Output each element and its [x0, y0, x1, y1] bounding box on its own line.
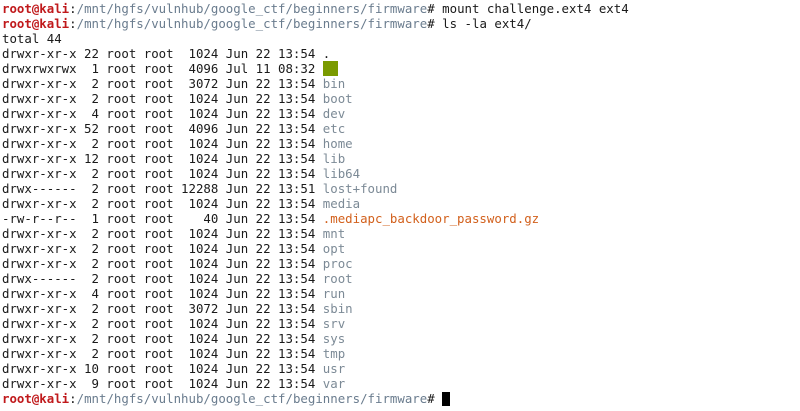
- prompt-line-2: root@kali:/mnt/hgfs/vulnhub/google_ctf/b…: [2, 16, 800, 31]
- file-meta: drwxr-xr-x 2 root root 3072 Jun 22 13:54: [2, 301, 323, 316]
- file-name[interactable]: .: [323, 46, 330, 61]
- file-name[interactable]: boot: [323, 91, 353, 106]
- prompt-path: /mnt/hgfs/vulnhub/google_ctf/beginners/f…: [76, 1, 428, 16]
- listing-row: drwx------ 2 root root 1024 Jun 22 13:54…: [2, 271, 800, 286]
- file-meta: drwxr-xr-x 2 root root 1024 Jun 22 13:54: [2, 256, 323, 271]
- listing-row: drwxr-xr-x 2 root root 1024 Jun 22 13:54…: [2, 226, 800, 241]
- file-name[interactable]: tmp: [323, 346, 345, 361]
- file-name[interactable]: lib64: [323, 166, 360, 181]
- listing-row: drwxr-xr-x 9 root root 1024 Jun 22 13:54…: [2, 376, 800, 391]
- file-meta: drwxr-xr-x 9 root root 1024 Jun 22 13:54: [2, 376, 323, 391]
- listing-row: drwxr-xr-x 2 root root 3072 Jun 22 13:54…: [2, 301, 800, 316]
- listing-row: drwxr-xr-x 2 root root 1024 Jun 22 13:54…: [2, 166, 800, 181]
- file-name[interactable]: var: [323, 376, 345, 391]
- prompt-user: root@kali: [2, 1, 70, 16]
- file-name[interactable]: sys: [323, 331, 345, 346]
- listing-row: drwxr-xr-x 4 root root 1024 Jun 22 13:54…: [2, 106, 800, 121]
- listing-row: drwxr-xr-x 2 root root 3072 Jun 22 13:54…: [2, 76, 800, 91]
- file-meta: drwxr-xr-x 2 root root 1024 Jun 22 13:54: [2, 91, 323, 106]
- total-line: total 44: [2, 31, 62, 46]
- file-meta: drwx------ 2 root root 1024 Jun 22 13:54: [2, 271, 323, 286]
- command-text: mount challenge.ext4 ext4: [442, 1, 629, 16]
- prompt-line-1: root@kali:/mnt/hgfs/vulnhub/google_ctf/b…: [2, 1, 800, 16]
- file-name[interactable]: run: [323, 286, 345, 301]
- listing-row: drwxr-xr-x 2 root root 1024 Jun 22 13:54…: [2, 331, 800, 346]
- prompt-symbol: #: [427, 1, 435, 16]
- prompt-sep: :: [69, 1, 77, 16]
- file-meta: drwxr-xr-x 2 root root 1024 Jun 22 13:54: [2, 226, 323, 241]
- prompt-path: /mnt/hgfs/vulnhub/google_ctf/beginners/f…: [76, 16, 428, 31]
- file-meta: drwxr-xr-x 2 root root 1024 Jun 22 13:54: [2, 331, 323, 346]
- file-meta: -rw-r--r-- 1 root root 40 Jun 22 13:54: [2, 211, 323, 226]
- file-meta: drwxr-xr-x 52 root root 4096 Jun 22 13:5…: [2, 121, 323, 136]
- listing-row: -rw-r--r-- 1 root root 40 Jun 22 13:54 .…: [2, 211, 800, 226]
- file-meta: drwxr-xr-x 2 root root 1024 Jun 22 13:54: [2, 346, 323, 361]
- prompt-sep: :: [69, 16, 77, 31]
- listing-row: drwx------ 2 root root 12288 Jun 22 13:5…: [2, 181, 800, 196]
- command-text: ls -la ext4/: [442, 16, 532, 31]
- file-name[interactable]: bin: [323, 76, 345, 91]
- listing-row: drwxr-xr-x 4 root root 1024 Jun 22 13:54…: [2, 286, 800, 301]
- file-name[interactable]: ..: [322, 61, 338, 76]
- file-name[interactable]: lost+found: [323, 181, 398, 196]
- file-name[interactable]: home: [323, 136, 353, 151]
- file-name[interactable]: media: [323, 196, 360, 211]
- listing-row: drwxr-xr-x 2 root root 1024 Jun 22 13:54…: [2, 256, 800, 271]
- file-name[interactable]: lib: [323, 151, 345, 166]
- listing-row: drwxr-xr-x 2 root root 1024 Jun 22 13:54…: [2, 241, 800, 256]
- file-name[interactable]: dev: [323, 106, 345, 121]
- file-name[interactable]: usr: [323, 361, 345, 376]
- listing-row: drwxr-xr-x 2 root root 1024 Jun 22 13:54…: [2, 91, 800, 106]
- file-meta: drwxr-xr-x 12 root root 1024 Jun 22 13:5…: [2, 151, 323, 166]
- listing-row: drwxrwxrwx 1 root root 4096 Jul 11 08:32…: [2, 61, 800, 76]
- listing-row: drwxr-xr-x 2 root root 1024 Jun 22 13:54…: [2, 316, 800, 331]
- prompt-symbol: #: [427, 16, 435, 31]
- listing-row: drwxr-xr-x 10 root root 1024 Jun 22 13:5…: [2, 361, 800, 376]
- file-name[interactable]: srv: [323, 316, 345, 331]
- file-meta: drwxr-xr-x 2 root root 1024 Jun 22 13:54: [2, 166, 323, 181]
- listing-row: drwxr-xr-x 52 root root 4096 Jun 22 13:5…: [2, 121, 800, 136]
- listing-row: drwxr-xr-x 2 root root 1024 Jun 22 13:54…: [2, 346, 800, 361]
- prompt-sep: :: [69, 391, 77, 406]
- file-name[interactable]: etc: [323, 121, 345, 136]
- file-meta: drwx------ 2 root root 12288 Jun 22 13:5…: [2, 181, 323, 196]
- file-name[interactable]: proc: [323, 256, 353, 271]
- text-cursor[interactable]: [442, 392, 451, 406]
- file-meta: drwxr-xr-x 22 root root 1024 Jun 22 13:5…: [2, 46, 323, 61]
- listing-row: drwxr-xr-x 22 root root 1024 Jun 22 13:5…: [2, 46, 800, 61]
- directory-listing: drwxr-xr-x 22 root root 1024 Jun 22 13:5…: [2, 46, 800, 391]
- prompt-symbol: #: [427, 391, 435, 406]
- file-meta: drwxrwxrwx 1 root root 4096 Jul 11 08:32: [2, 61, 323, 76]
- file-meta: drwxr-xr-x 2 root root 1024 Jun 22 13:54: [2, 241, 323, 256]
- prompt-line-3: root@kali:/mnt/hgfs/vulnhub/google_ctf/b…: [2, 391, 800, 406]
- file-meta: drwxr-xr-x 4 root root 1024 Jun 22 13:54: [2, 286, 323, 301]
- terminal-window[interactable]: root@kali:/mnt/hgfs/vulnhub/google_ctf/b…: [0, 0, 800, 411]
- file-name[interactable]: opt: [323, 241, 345, 256]
- file-meta: drwxr-xr-x 4 root root 1024 Jun 22 13:54: [2, 106, 323, 121]
- file-meta: drwxr-xr-x 2 root root 3072 Jun 22 13:54: [2, 76, 323, 91]
- file-name[interactable]: mnt: [323, 226, 345, 241]
- prompt-user: root@kali: [2, 391, 70, 406]
- file-meta: drwxr-xr-x 2 root root 1024 Jun 22 13:54: [2, 136, 323, 151]
- prompt-user: root@kali: [2, 16, 70, 31]
- prompt-path: /mnt/hgfs/vulnhub/google_ctf/beginners/f…: [76, 391, 428, 406]
- listing-row: drwxr-xr-x 2 root root 1024 Jun 22 13:54…: [2, 196, 800, 211]
- file-name[interactable]: .mediapc_backdoor_password.gz: [323, 211, 539, 226]
- file-name[interactable]: sbin: [323, 301, 353, 316]
- listing-row: drwxr-xr-x 2 root root 1024 Jun 22 13:54…: [2, 136, 800, 151]
- file-meta: drwxr-xr-x 2 root root 1024 Jun 22 13:54: [2, 316, 323, 331]
- file-name[interactable]: root: [323, 271, 353, 286]
- file-meta: drwxr-xr-x 2 root root 1024 Jun 22 13:54: [2, 196, 323, 211]
- listing-row: drwxr-xr-x 12 root root 1024 Jun 22 13:5…: [2, 151, 800, 166]
- file-meta: drwxr-xr-x 10 root root 1024 Jun 22 13:5…: [2, 361, 323, 376]
